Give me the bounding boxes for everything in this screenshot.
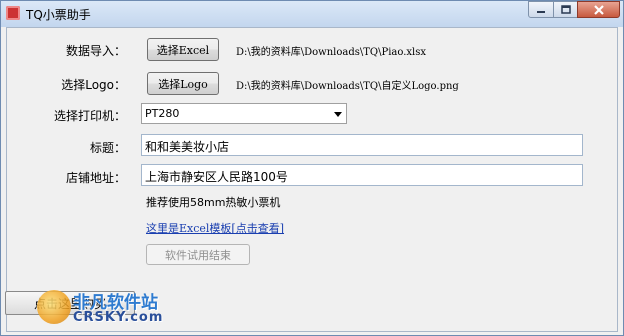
excel-template-link[interactable]: 这里是Excel模板[点击查看]	[146, 220, 284, 236]
data-import-label: 数据导入：	[65, 44, 126, 58]
logo-path: D:\我的资料库\Downloads\TQ\自定义Logo.png	[236, 81, 459, 92]
chevron-down-icon	[334, 112, 342, 117]
title-input-value: 和和美美妆小店	[145, 140, 230, 154]
minimize-button[interactable]	[528, 1, 554, 18]
title-bar: TQ小票助手	[1, 1, 623, 27]
printer-selected-value: PT280	[145, 107, 180, 120]
app-window: TQ小票助手 数据导入： 选择Excel D:\我的资料库\Downloads\…	[0, 0, 624, 336]
recommend-note: 推荐使用58mm热敏小票机	[146, 196, 281, 209]
title-input[interactable]: 和和美美妆小店	[141, 134, 583, 156]
app-icon	[6, 6, 20, 20]
select-excel-button[interactable]: 选择Excel	[147, 38, 219, 61]
close-button[interactable]	[577, 1, 620, 18]
select-logo-button[interactable]: 选择Logo	[147, 72, 219, 95]
printer-label: 选择打印机：	[53, 109, 126, 123]
close-icon	[593, 4, 604, 15]
window-title: TQ小票助手	[26, 8, 91, 22]
address-label: 店铺地址：	[65, 171, 126, 185]
trial-ended-button[interactable]: 软件试用结束	[146, 244, 250, 265]
minimize-icon	[537, 10, 545, 13]
address-input-value: 上海市静安区人民路100号	[145, 170, 288, 184]
title-label: 标题：	[89, 141, 126, 155]
printer-select[interactable]: PT280	[141, 103, 347, 124]
maximize-button[interactable]	[553, 1, 578, 18]
buy-button[interactable]: 点击这里购买	[5, 291, 135, 315]
maximize-icon	[560, 5, 571, 14]
logo-label: 选择Logo：	[61, 78, 126, 92]
address-input[interactable]: 上海市静安区人民路100号	[141, 164, 583, 186]
excel-path: D:\我的资料库\Downloads\TQ\Piao.xlsx	[236, 47, 427, 58]
